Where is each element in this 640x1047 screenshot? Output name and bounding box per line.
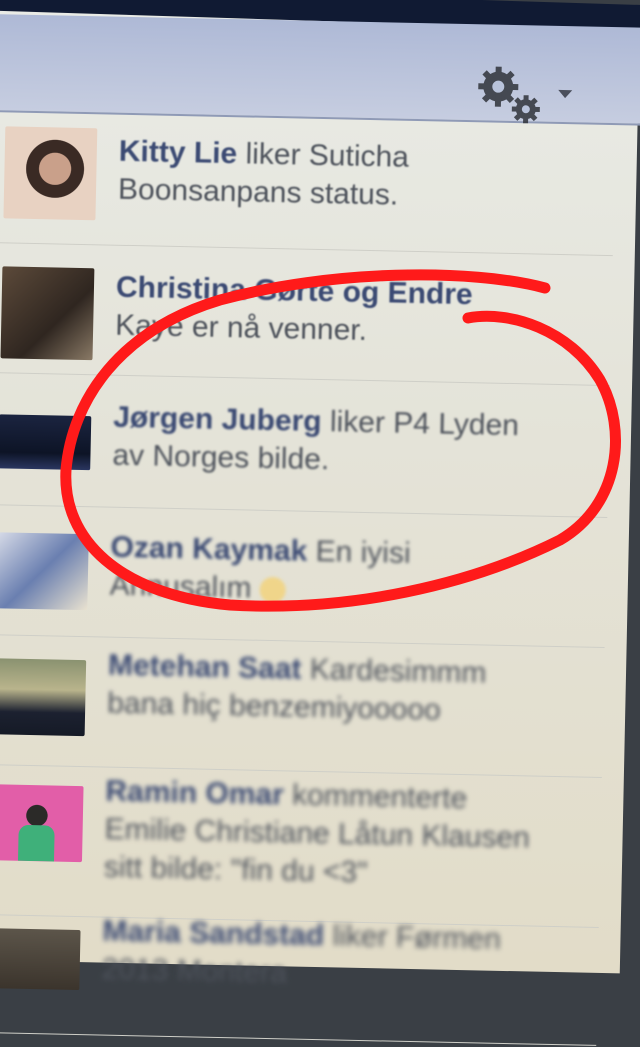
ticker-header xyxy=(0,13,640,128)
story-author[interactable]: Christina Gørte og Endre xyxy=(116,271,473,311)
ticker-feed: Kitty Lie liker Suticha Boonsanpans stat… xyxy=(0,112,616,1046)
ticker-story[interactable]: Christina Gørte og Endre Kaye er nå venn… xyxy=(0,242,613,387)
story-author[interactable]: Metehan Saat xyxy=(108,649,302,686)
story-line-2: av Norges bilde. xyxy=(112,438,330,477)
story-text: Jørgen Juberg liker P4 Lyden av Norges b… xyxy=(112,399,583,485)
story-text: Maria Sandstad liker Førmen 2013 Montera xyxy=(101,913,572,999)
story-action: Kardesimmm xyxy=(301,652,487,690)
avatar[interactable] xyxy=(3,126,98,221)
ticker-story[interactable]: Kitty Lie liker Suticha Boonsanpans stat… xyxy=(0,112,616,257)
story-text: Ramin Omar kommenterte Emilie Christiane… xyxy=(103,773,575,897)
story-line-2: bana hiç benzemiyooooo xyxy=(106,686,442,727)
story-action: liker Suticha xyxy=(236,137,410,174)
story-action: kommenterte xyxy=(283,778,468,816)
story-line-2: 2013 Montera xyxy=(101,952,288,990)
ticker-story[interactable]: Jørgen Juberg liker P4 Lyden av Norges b… xyxy=(0,374,611,519)
story-text: Christina Gørte og Endre Kaye er nå venn… xyxy=(115,269,586,355)
story-text: Ozan Kaymak En iyisi Annusalım xyxy=(109,529,580,615)
story-author[interactable]: Jørgen Juberg xyxy=(113,401,322,438)
avatar[interactable] xyxy=(0,658,87,737)
story-line-2: Boonsanpans status. xyxy=(117,172,399,212)
avatar[interactable] xyxy=(0,532,89,611)
story-author[interactable]: Kitty Lie xyxy=(119,135,238,170)
ticker-story[interactable]: Maria Sandstad liker Førmen 2013 Montera xyxy=(0,901,599,1046)
gear-icon[interactable] xyxy=(471,62,548,128)
story-author[interactable]: Ramin Omar xyxy=(105,775,284,812)
smiley-icon xyxy=(259,576,287,604)
story-line-2: Annusalım xyxy=(109,568,252,605)
ticker-story[interactable]: Ozan Kaymak En iyisi Annusalım xyxy=(0,504,608,649)
story-line-2: Emilie Christiane Låtun Klausen xyxy=(104,812,531,855)
avatar[interactable] xyxy=(0,784,84,863)
story-text: Kitty Lie liker Suticha Boonsanpans stat… xyxy=(118,133,589,219)
avatar[interactable] xyxy=(0,266,95,361)
story-author[interactable]: Maria Sandstad xyxy=(102,915,324,953)
story-action: En iyisi xyxy=(306,534,411,570)
story-author[interactable]: Ozan Kaymak xyxy=(110,531,307,568)
story-action: liker Førmen xyxy=(323,919,502,956)
screen-photo: Kitty Lie liker Suticha Boonsanpans stat… xyxy=(0,0,640,1046)
story-text: Metehan Saat Kardesimmm bana hiç benzemi… xyxy=(107,647,578,733)
avatar[interactable] xyxy=(0,928,81,991)
chevron-down-icon[interactable] xyxy=(558,89,573,99)
story-action: liker P4 Lyden xyxy=(321,405,520,443)
ticker-story[interactable]: Metehan Saat Kardesimmm bana hiç benzemi… xyxy=(0,634,605,778)
story-line-3: sitt bilde: "fin du <3" xyxy=(103,850,369,890)
story-line-2: Kaye er nå venner. xyxy=(114,308,368,347)
avatar[interactable] xyxy=(0,414,92,471)
